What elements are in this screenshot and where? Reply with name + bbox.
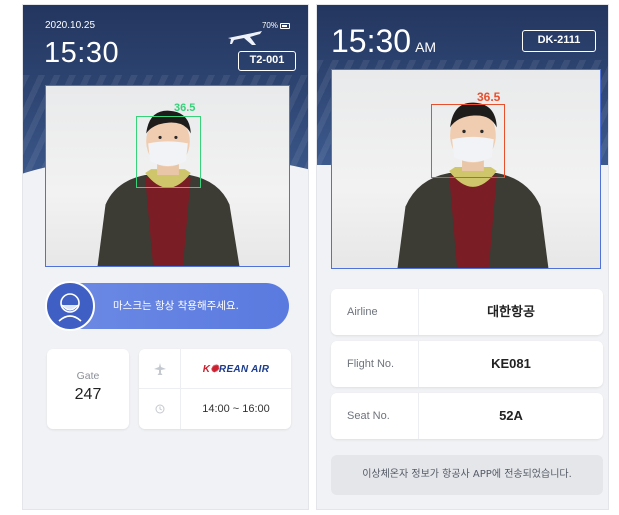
camera-feed: 36.5 xyxy=(45,85,290,267)
seat-number-label: Seat No. xyxy=(331,393,419,439)
flight-number-row: Flight No. KE081 xyxy=(331,341,603,387)
battery-icon xyxy=(280,22,290,29)
battery-percent: 70% xyxy=(261,21,278,30)
flight-number-value: KE081 xyxy=(491,356,531,371)
airport-icon xyxy=(139,349,181,388)
time-label: 15:30 xyxy=(44,37,120,69)
clock-icon xyxy=(139,389,181,429)
temperature-reading: 36.5 xyxy=(174,102,196,114)
seat-number-value: 52A xyxy=(499,408,523,423)
gate-card: Gate 247 xyxy=(47,349,129,429)
flight-number-label: Flight No. xyxy=(331,341,419,387)
schedule-value: 14:00 ~ 16:00 xyxy=(202,403,270,415)
airline-row: Airline 대한항공 xyxy=(331,289,603,335)
airplane-icon xyxy=(228,31,262,45)
mask-notice-text: 마스크는 항상 착용해주세요. xyxy=(113,300,239,312)
gate-value: 247 xyxy=(74,386,102,403)
temperature-reading: 36.5 xyxy=(477,90,501,104)
battery-status: 70% xyxy=(262,21,290,30)
date-label: 2020.10.25 xyxy=(45,20,96,31)
airline-label: Airline xyxy=(331,289,419,335)
kiosk-showcase: 2020.10.25 15:30 70% T2-001 36.5 마스크는 항상… xyxy=(0,0,619,515)
flight-info-card: K✺REAN AIR 14:00 ~ 16:00 xyxy=(139,349,291,429)
mask-icon xyxy=(45,281,95,331)
camera-feed: 36.5 xyxy=(331,69,601,269)
airline-row: K✺REAN AIR xyxy=(139,349,291,389)
mask-notice-banner: 마스크는 항상 착용해주세요. xyxy=(45,281,289,331)
airline-value: 대한항공 xyxy=(487,304,535,319)
screen-high-temperature: 15:30 AM DK-2111 36.5 Airline 대한항공 Flight… xyxy=(316,4,609,510)
flight-code-badge: DK-2111 xyxy=(522,30,596,52)
face-detection-box xyxy=(136,116,201,188)
seat-number-row: Seat No. 52A xyxy=(331,393,603,439)
airline-logo: K✺REAN AIR xyxy=(202,363,270,375)
terminal-code-badge: T2-001 xyxy=(238,51,296,71)
gate-label: Gate xyxy=(76,370,100,382)
time-label: 15:30 AM xyxy=(331,23,437,59)
face-detection-box xyxy=(431,104,505,178)
schedule-row: 14:00 ~ 16:00 xyxy=(139,389,291,429)
ampm-label: AM xyxy=(415,39,437,55)
screen-normal-temperature: 2020.10.25 15:30 70% T2-001 36.5 마스크는 항상… xyxy=(22,4,309,510)
transmission-notice: 이상체온자 정보가 항공사 APP에 전송되었습니다. xyxy=(331,455,603,495)
